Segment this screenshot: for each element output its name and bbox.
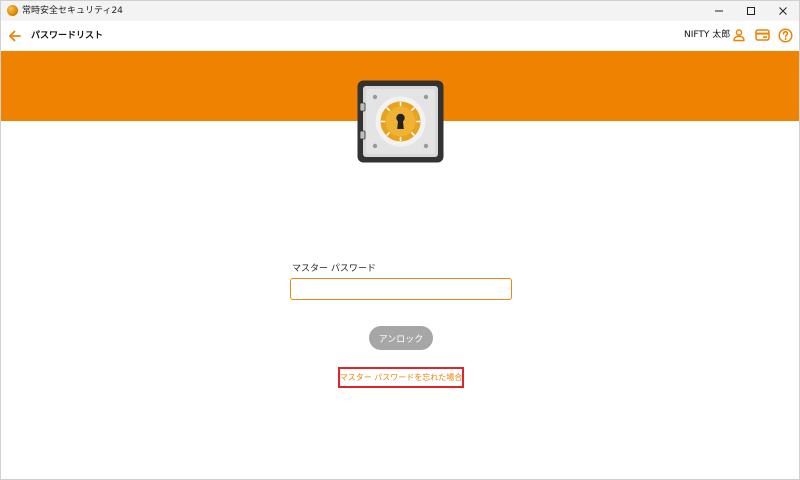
- forgot-password-link[interactable]: マスター パスワードを忘れた場合: [340, 372, 463, 384]
- card-icon: [754, 29, 770, 41]
- master-password-label: マスター パスワード: [292, 264, 376, 274]
- user-icon: [733, 29, 745, 42]
- window-title: 常時安全セキュリティ24: [22, 6, 123, 16]
- unlock-button[interactable]: アンロック: [369, 326, 433, 350]
- window-controls: [703, 1, 799, 21]
- safe-icon: [357, 80, 444, 163]
- user-name: NIFTY 太郎: [684, 30, 731, 40]
- title-bar: 常時安全セキュリティ24: [1, 1, 799, 21]
- help-button[interactable]: [777, 27, 793, 43]
- page-title: パスワードリスト: [31, 31, 104, 41]
- back-arrow-icon: [9, 30, 21, 42]
- card-button[interactable]: [754, 27, 770, 43]
- app-window: 常時安全セキュリティ24 パスワードリスト NIFTY 太郎 マスター パスワー…: [0, 0, 800, 480]
- maximize-icon: [747, 7, 755, 15]
- close-button[interactable]: [767, 1, 799, 21]
- maximize-button[interactable]: [735, 1, 767, 21]
- back-button[interactable]: [6, 27, 24, 45]
- master-password-input[interactable]: [290, 278, 512, 300]
- minimize-button[interactable]: [703, 1, 735, 21]
- user-button[interactable]: [731, 27, 747, 43]
- minimize-icon: [715, 10, 723, 12]
- help-icon: [777, 27, 793, 43]
- close-icon: [779, 7, 787, 15]
- app-logo-icon: [7, 5, 18, 16]
- forgot-password-highlight: マスター パスワードを忘れた場合: [338, 367, 464, 388]
- app-header: パスワードリスト NIFTY 太郎: [1, 21, 799, 51]
